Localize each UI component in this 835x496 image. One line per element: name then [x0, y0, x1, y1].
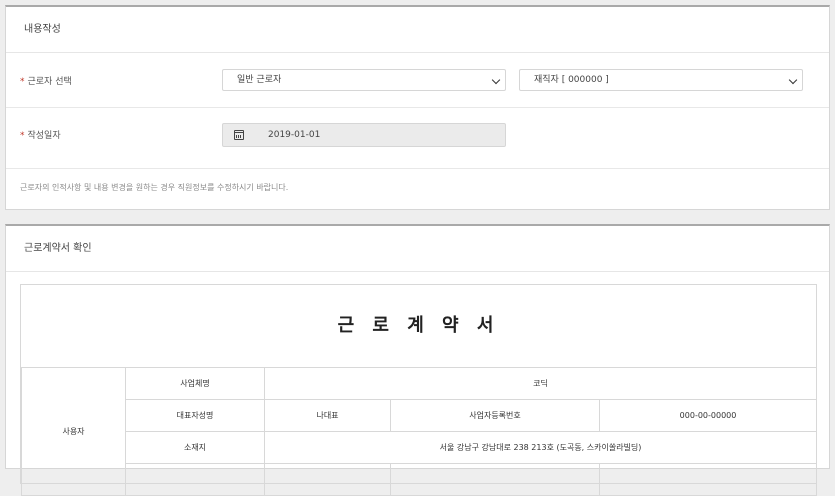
label-text: 작성일자 [27, 131, 61, 141]
reg-no-value: 000-00-00000 [598, 399, 818, 432]
chevron-down-icon [788, 75, 798, 85]
panel-title: 근로계약서 확인 [6, 226, 829, 272]
date-row: * 작성일자 2019-01-01 [6, 108, 829, 169]
contract-confirm-panel: 근로계약서 확인 근 로 계 약 서 사용자 사업체명 코딕 대표자성명 나대표… [5, 224, 830, 496]
worker-select-row: * 근로자 선택 일반 근로자 재직자 [ 000000 ] [6, 53, 829, 108]
address-value: 서울 강남구 강남대로 238 213호 (도곡동, 스카이쏠라빌딩) [263, 431, 818, 464]
worker-status-value: 재직자 [ 000000 ] [534, 75, 609, 85]
reg-no-label: 사업자등록번호 [390, 399, 600, 432]
table-row: 소재지 서울 강남구 강남대로 238 213호 (도곡동, 스카이쏠라빌딩) [22, 431, 818, 464]
contract-document: 근 로 계 약 서 사용자 사업체명 코딕 대표자성명 나대표 사업자등록번호 … [20, 284, 818, 496]
worker-type-select[interactable]: 일반 근로자 [222, 69, 506, 91]
panel-title: 내용작성 [6, 7, 829, 53]
info-notice: 근로자의 인적사항 및 내용 변경을 원하는 경우 직원정보를 수정하시기 바랍… [20, 183, 289, 192]
table-row: 사용자 사업체명 코딕 [21, 367, 818, 496]
date-label: * 작성일자 [20, 128, 61, 141]
table-cell [125, 463, 265, 496]
table-row [22, 463, 818, 496]
worker-status-select[interactable]: 재직자 [ 000000 ] [519, 69, 803, 91]
calendar-icon[interactable] [234, 130, 244, 140]
address-label: 소재지 [125, 431, 265, 464]
ceo-label: 대표자성명 [125, 399, 265, 432]
ceo-value: 나대표 [264, 399, 391, 432]
table-cell [598, 463, 818, 496]
date-value: 2019-01-01 [268, 130, 321, 140]
table-row: 대표자성명 나대표 사업자등록번호 000-00-00000 [22, 399, 818, 432]
date-input[interactable]: 2019-01-01 [222, 123, 506, 147]
table-cell [264, 463, 391, 496]
employer-label: 사용자 [21, 367, 126, 496]
table-cell [390, 463, 600, 496]
business-name-label: 사업체명 [125, 367, 265, 400]
worker-type-value: 일반 근로자 [237, 75, 282, 85]
worker-select-label: * 근로자 선택 [20, 74, 72, 87]
contract-title: 근 로 계 약 서 [21, 285, 816, 368]
content-write-panel: 내용작성 * 근로자 선택 일반 근로자 재직자 [ 000000 ] * 작성일자… [5, 5, 830, 210]
label-text: 근로자 선택 [27, 77, 72, 87]
chevron-down-icon [491, 75, 501, 85]
required-mark: * [20, 131, 25, 141]
contract-table: 사용자 사업체명 코딕 대표자성명 나대표 사업자등록번호 000-00-000… [21, 367, 818, 496]
business-name-value: 코딕 [263, 367, 818, 400]
required-mark: * [20, 77, 25, 87]
